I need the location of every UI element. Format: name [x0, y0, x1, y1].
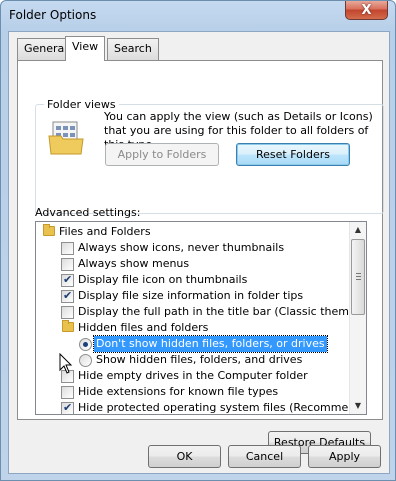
tab-search[interactable]: Search — [107, 38, 159, 60]
advanced-settings-label: Advanced settings: — [35, 206, 141, 219]
option-hide-protected-files[interactable]: Hide protected operating system files (R… — [60, 400, 366, 414]
option-hide-extensions[interactable]: Hide extensions for known file types — [60, 384, 350, 400]
radio[interactable] — [79, 354, 92, 367]
option-display-file-size[interactable]: Display file size information in folder … — [60, 288, 350, 304]
checkbox[interactable] — [61, 258, 74, 271]
folder-icon — [62, 320, 74, 332]
tab-general-label: General — [24, 42, 68, 55]
checkbox-checked[interactable] — [61, 272, 74, 288]
tab-view[interactable]: View — [65, 36, 106, 61]
reset-folders-button[interactable]: Reset Folders — [236, 143, 350, 166]
option-label: Hide protected operating system files (R… — [78, 401, 367, 414]
advanced-settings-tree[interactable]: Files and Folders Always show icons, nev… — [35, 221, 367, 415]
option-label-selected: Don't show hidden files, folders, or dri… — [93, 335, 328, 353]
mouse-pointer-icon — [59, 353, 73, 374]
option-label: Hide extensions for known file types — [78, 385, 279, 398]
tree-item-label: Files and Folders — [59, 225, 151, 238]
apply-to-folders-button[interactable]: Apply to Folders — [105, 143, 219, 166]
scrollbar-thumb[interactable] — [351, 239, 365, 315]
title-bar[interactable]: Folder Options X — [1, 1, 395, 31]
ok-button[interactable]: OK — [148, 445, 221, 468]
scroll-up-arrow-icon[interactable]: ▲ — [350, 222, 366, 238]
close-button[interactable]: X — [345, 1, 388, 20]
radio-selected[interactable] — [79, 338, 92, 351]
grip-line — [356, 273, 361, 274]
checkbox-checked[interactable] — [61, 288, 74, 304]
option-display-full-path[interactable]: Display the full path in the title bar (… — [60, 304, 366, 320]
tree-folder-files-and-folders[interactable]: Files and Folders — [41, 224, 341, 240]
apply-button[interactable]: Apply — [308, 445, 381, 468]
option-label: Display the full path in the title bar (… — [78, 305, 367, 318]
option-always-show-menus[interactable]: Always show menus — [60, 256, 350, 272]
option-label: Display file icon on thumbnails — [78, 273, 248, 286]
option-label: Always show icons, never thumbnails — [78, 241, 285, 254]
option-label: Show hidden files, folders, and drives — [96, 353, 303, 366]
option-dont-show-hidden[interactable]: Don't show hidden files, folders, or dri… — [78, 335, 348, 353]
checkbox[interactable] — [61, 242, 74, 255]
tree-folder-hidden-files[interactable]: Hidden files and folders — [60, 320, 350, 336]
option-hide-empty-drives[interactable]: Hide empty drives in the Computer folder — [60, 368, 350, 384]
folder-view-icon — [48, 121, 84, 155]
option-label: Always show menus — [78, 257, 190, 270]
vertical-scrollbar[interactable]: ▲ ▼ — [349, 222, 366, 414]
tab-view-label: View — [72, 40, 99, 53]
grip-line — [356, 279, 361, 280]
checkbox[interactable] — [61, 386, 74, 399]
checkbox[interactable] — [61, 306, 74, 319]
option-show-hidden[interactable]: Show hidden files, folders, and drives — [78, 352, 348, 368]
cancel-button[interactable]: Cancel — [228, 445, 301, 468]
option-label: Hide empty drives in the Computer folder — [78, 369, 308, 382]
option-label: Display file size information in folder … — [78, 289, 304, 302]
folder-icon — [43, 224, 55, 236]
checkbox-checked[interactable] — [61, 400, 74, 414]
window-title: Folder Options — [9, 8, 97, 22]
folder-options-window: Folder Options X General View Search Fol… — [0, 0, 396, 481]
option-display-file-icon[interactable]: Display file icon on thumbnails — [60, 272, 350, 288]
dialog-client-area: General View Search Folder views You can… — [8, 31, 390, 474]
close-icon: X — [361, 2, 372, 18]
scroll-down-arrow-icon[interactable]: ▼ — [350, 398, 366, 414]
tree-item-label: Hidden files and folders — [78, 321, 209, 334]
tab-search-label: Search — [114, 42, 152, 55]
option-always-show-icons[interactable]: Always show icons, never thumbnails — [60, 240, 350, 256]
grip-line — [356, 276, 361, 277]
